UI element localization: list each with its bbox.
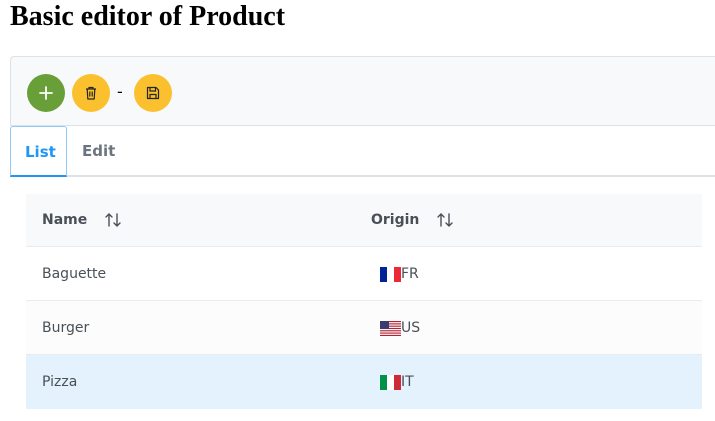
origin-code: FR bbox=[401, 266, 419, 282]
cell-name: Burger bbox=[42, 320, 90, 336]
delete-button[interactable] bbox=[72, 74, 110, 112]
column-header-label: Name bbox=[42, 212, 88, 228]
table-header: Name Origin bbox=[26, 194, 702, 247]
table-row[interactable]: Baguette FR bbox=[26, 247, 702, 301]
column-header-label: Origin bbox=[371, 212, 420, 228]
save-icon bbox=[146, 86, 160, 100]
table-row[interactable]: Pizza IT bbox=[26, 355, 702, 409]
italy-flag-icon bbox=[380, 374, 401, 390]
toolbar: - bbox=[10, 56, 715, 126]
product-table: Name Origin Baguette FR Burger US Pizza … bbox=[26, 194, 702, 409]
cell-name: Baguette bbox=[42, 266, 107, 282]
sort-alt-icon bbox=[105, 213, 121, 227]
france-flag-icon bbox=[380, 266, 401, 282]
trash-icon bbox=[86, 86, 96, 100]
tab-list[interactable]: List bbox=[10, 126, 67, 177]
cell-origin: FR bbox=[380, 247, 419, 301]
cell-origin: IT bbox=[380, 355, 414, 409]
cell-name: Pizza bbox=[42, 374, 78, 390]
origin-code: IT bbox=[401, 374, 414, 390]
table-row[interactable]: Burger US bbox=[26, 301, 702, 355]
cell-origin: US bbox=[380, 301, 420, 355]
add-button[interactable] bbox=[27, 74, 65, 112]
sort-alt-icon bbox=[437, 213, 453, 227]
plus-icon bbox=[39, 86, 53, 100]
column-header-origin[interactable]: Origin bbox=[371, 194, 454, 247]
save-button[interactable] bbox=[134, 74, 172, 112]
page-title: Basic editor of Product bbox=[10, 1, 286, 32]
usa-flag-icon bbox=[380, 320, 401, 336]
tab-bar: List Edit bbox=[10, 126, 715, 177]
tab-edit[interactable]: Edit bbox=[67, 126, 130, 177]
column-header-name[interactable]: Name bbox=[42, 194, 122, 247]
toolbar-separator: - bbox=[117, 82, 123, 101]
origin-code: US bbox=[401, 320, 421, 336]
